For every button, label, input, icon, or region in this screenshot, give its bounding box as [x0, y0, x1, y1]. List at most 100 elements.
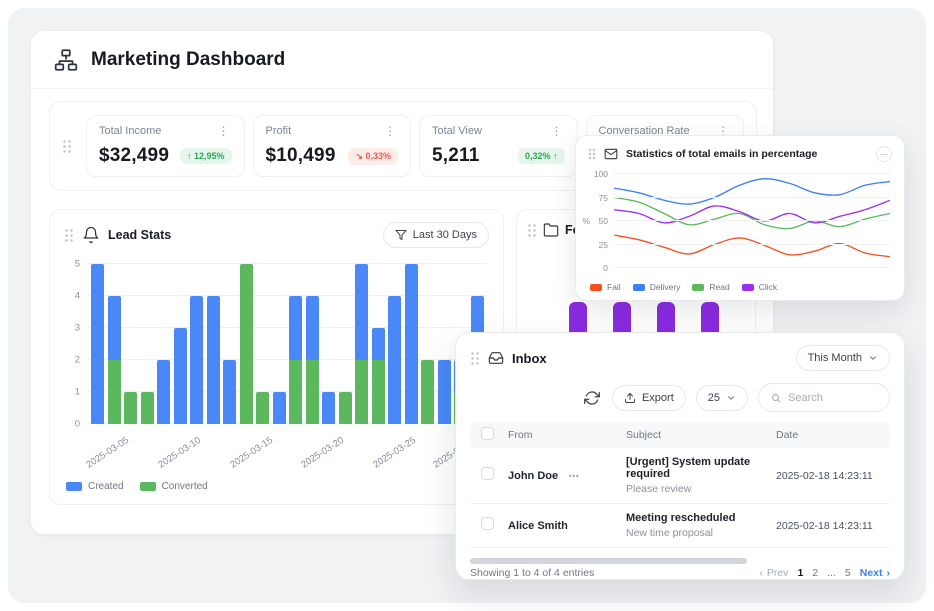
drag-handle-icon[interactable] — [64, 228, 74, 243]
kebab-menu-icon[interactable]: ⋮ — [216, 125, 232, 137]
filter-button[interactable]: Last 30 Days — [383, 222, 489, 248]
stacked-bar[interactable] — [388, 264, 401, 424]
x-tick-label: 2025-03-05 — [84, 435, 131, 471]
stat-card-total-view: Total View ⋮ 5,211 0,32% ↑ — [419, 115, 578, 177]
lead-stats-plot: 012345 — [88, 264, 487, 424]
x-tick-label: 2025-03-15 — [228, 435, 275, 471]
y-tick-label: 0 — [75, 419, 80, 430]
y-tick-label: 25 — [599, 240, 608, 250]
stacked-bar[interactable] — [372, 264, 385, 424]
converted-segment — [256, 392, 269, 424]
stacked-bar[interactable] — [124, 264, 137, 424]
stacked-bar[interactable] — [421, 264, 434, 424]
prev-button[interactable]: ‹ Prev — [759, 567, 788, 579]
drag-handle-icon[interactable] — [62, 139, 72, 154]
page-size-dropdown[interactable]: 25 — [696, 385, 748, 411]
stacked-bar[interactable] — [190, 264, 203, 424]
stacked-bar[interactable] — [141, 264, 154, 424]
chevron-right-icon: › — [887, 567, 891, 579]
line-series-read — [614, 198, 890, 229]
legend-label: Read — [709, 282, 729, 292]
page-1[interactable]: 1 — [797, 567, 803, 579]
stacked-bar[interactable] — [322, 264, 335, 424]
stacked-bar[interactable] — [405, 264, 418, 424]
converted-segment — [355, 360, 368, 424]
gridline — [614, 267, 890, 268]
search-input[interactable] — [788, 392, 877, 404]
gridline — [614, 197, 890, 198]
kebab-menu-icon[interactable]: ⋮ — [382, 125, 398, 137]
row-checkbox[interactable] — [481, 467, 494, 480]
created-swatch — [66, 482, 82, 491]
x-tick-label: 2025-03-20 — [300, 435, 347, 471]
lead-stats-header: Lead Stats Last 30 Days — [50, 210, 503, 260]
page-5[interactable]: 5 — [845, 567, 851, 579]
row-checkbox[interactable] — [481, 517, 494, 530]
created-segment — [438, 360, 451, 424]
converted-segment — [240, 264, 253, 424]
export-button[interactable]: Export — [612, 385, 686, 411]
search-icon — [771, 392, 781, 404]
stacked-bar[interactable] — [438, 264, 451, 424]
stacked-bar[interactable] — [355, 264, 368, 424]
stacked-bar[interactable] — [289, 264, 302, 424]
created-segment — [388, 296, 401, 424]
stacked-bar[interactable] — [223, 264, 236, 424]
stacked-bar[interactable] — [157, 264, 170, 424]
drag-handle-icon[interactable] — [527, 223, 537, 238]
stacked-bar[interactable] — [256, 264, 269, 424]
converted-segment — [306, 360, 319, 424]
stacked-bar[interactable] — [174, 264, 187, 424]
stacked-bar[interactable] — [273, 264, 286, 424]
stacked-bar[interactable] — [306, 264, 319, 424]
created-segment — [207, 296, 220, 424]
table-row[interactable]: John Doe ⋯ [Urgent] System update requir… — [470, 448, 890, 504]
drag-handle-icon[interactable] — [470, 351, 480, 366]
chevron-down-icon — [726, 393, 736, 403]
stacked-bar[interactable] — [207, 264, 220, 424]
line-series-fail — [614, 235, 890, 257]
screen: Marketing Dashboard Total Income ⋮ $32,4… — [0, 0, 934, 611]
drag-handle-icon[interactable] — [588, 148, 596, 160]
stacked-bar[interactable] — [91, 264, 104, 424]
stat-value: $10,499 — [266, 145, 336, 167]
bar-series — [88, 264, 487, 424]
widget-menu-button[interactable]: ⋯ — [876, 146, 892, 162]
search-box[interactable] — [758, 383, 890, 412]
next-label: Next — [860, 567, 883, 579]
select-all-checkbox[interactable] — [481, 427, 494, 440]
table-row[interactable]: Alice Smith Meeting rescheduled New time… — [470, 504, 890, 548]
next-button[interactable]: Next › — [860, 567, 890, 579]
stat-delta-badge: 0,32% ↑ — [518, 148, 565, 164]
org-chart-icon — [53, 47, 79, 73]
stacked-bar[interactable] — [339, 264, 352, 424]
legend-item-fail: Fail — [590, 282, 621, 292]
widget-title: Statistics of total emails in percentage — [626, 148, 817, 160]
fail-swatch — [590, 284, 602, 291]
inbox-header: Inbox This Month — [456, 333, 904, 377]
legend-item-converted: Converted — [140, 481, 208, 492]
legend-item-read: Read — [692, 282, 729, 292]
page-size-value: 25 — [708, 392, 720, 404]
stat-value: 5,211 — [432, 145, 480, 167]
period-dropdown[interactable]: This Month — [796, 345, 890, 371]
stat-label: Total Income — [99, 125, 161, 137]
row-menu-button[interactable]: ⋯ — [568, 469, 580, 482]
pagination: ‹ Prev 1 2 ... 5 Next › — [759, 567, 890, 579]
click-swatch — [742, 284, 754, 291]
x-tick-label: 2025-03-25 — [371, 435, 418, 471]
created-segment — [223, 360, 236, 424]
kebab-menu-icon[interactable]: ⋮ — [549, 125, 565, 137]
prev-label: Prev — [767, 567, 789, 579]
stacked-bar[interactable] — [240, 264, 253, 424]
stacked-bar[interactable] — [108, 264, 121, 424]
funnel-icon — [395, 229, 407, 241]
page-2[interactable]: 2 — [812, 567, 818, 579]
y-axis-label: % — [582, 216, 590, 226]
column-header-subject: Subject — [622, 429, 772, 441]
inbox-icon — [488, 350, 504, 366]
legend-label: Delivery — [650, 282, 681, 292]
scrollbar-thumb[interactable] — [470, 558, 747, 564]
refresh-button[interactable] — [582, 388, 602, 408]
lead-stats-xaxis: 2025-03-052025-03-102025-03-152025-03-20… — [88, 426, 487, 472]
